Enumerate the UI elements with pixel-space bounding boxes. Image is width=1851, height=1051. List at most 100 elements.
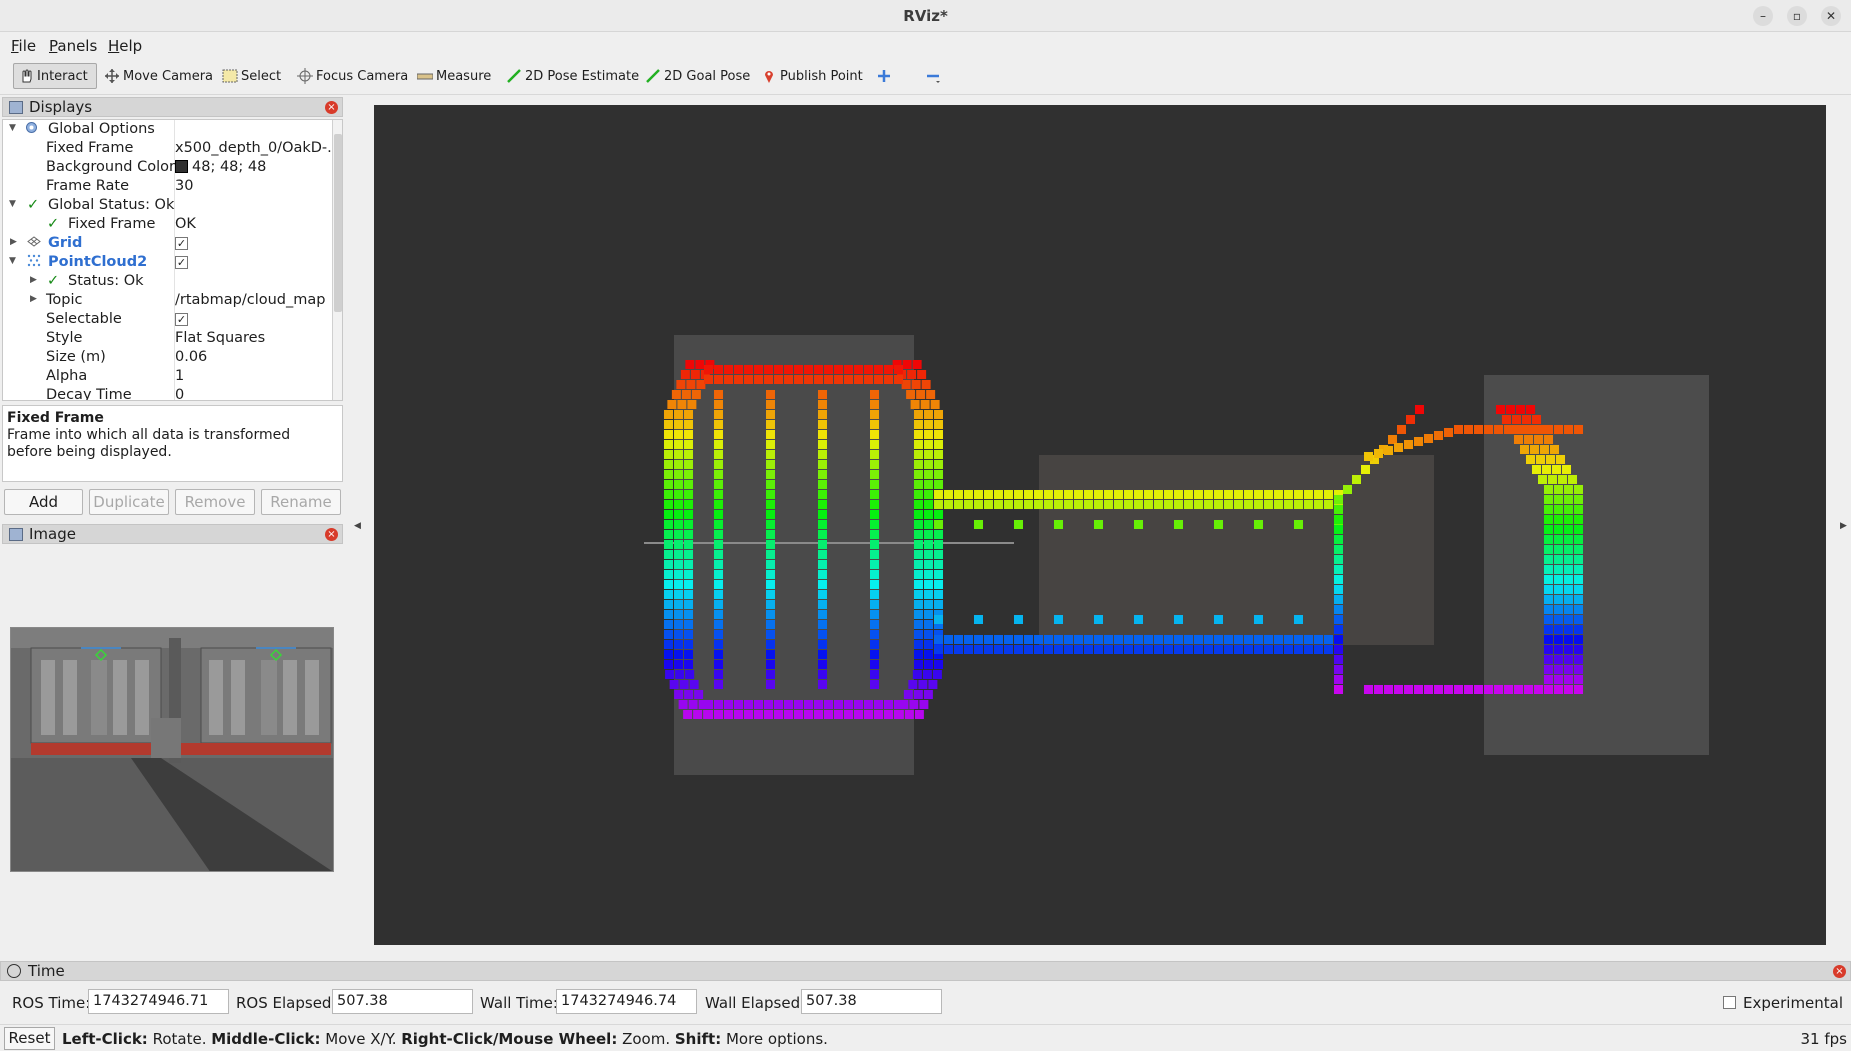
chevron-down-icon[interactable]: ▼ bbox=[9, 199, 16, 209]
cloud-point bbox=[714, 550, 723, 559]
menu-panels[interactable]: Panels bbox=[49, 37, 97, 55]
maximize-icon[interactable]: ▫ bbox=[1787, 6, 1807, 26]
tree-row-global-status[interactable]: ▼ ✓ Global Status: Ok bbox=[3, 196, 328, 215]
tree-row-size[interactable]: Size (m) 0.06 bbox=[3, 348, 328, 367]
add-tool-button[interactable] bbox=[872, 63, 899, 89]
cloud-point bbox=[1554, 565, 1563, 574]
cloud-point bbox=[1154, 635, 1163, 644]
remove-button[interactable]: Remove bbox=[175, 489, 255, 515]
goal-pose-button[interactable]: 2D Goal Pose bbox=[641, 63, 754, 89]
cloud-point bbox=[1144, 500, 1153, 509]
color-swatch bbox=[175, 160, 188, 173]
chevron-right-icon[interactable]: ▶ bbox=[30, 275, 37, 285]
close-icon[interactable]: × bbox=[325, 101, 338, 114]
cloud-point bbox=[714, 420, 723, 429]
ros-elapsed-field[interactable]: 507.38 bbox=[332, 989, 473, 1014]
ros-time-field[interactable]: 1743274946.71 bbox=[88, 989, 229, 1014]
selectable-checkbox[interactable]: ✓ bbox=[175, 313, 188, 326]
tree-row-status-fixed-frame[interactable]: ✓ Fixed Frame OK bbox=[3, 215, 328, 234]
cloud-point bbox=[914, 490, 923, 499]
cloud-point bbox=[818, 500, 827, 509]
select-button[interactable]: Select bbox=[218, 63, 285, 89]
tree-row-style[interactable]: Style Flat Squares bbox=[3, 329, 328, 348]
cloud-point bbox=[934, 600, 943, 609]
tree-row-alpha[interactable]: Alpha 1 bbox=[3, 367, 328, 386]
grid-enabled-checkbox[interactable]: ✓ bbox=[175, 237, 188, 250]
tree-row-background-color[interactable]: Background Color 48; 48; 48 bbox=[3, 158, 328, 177]
cloud-point bbox=[684, 610, 693, 619]
property-description: Fixed Frame Frame into which all data is… bbox=[2, 405, 343, 482]
add-button[interactable]: Add bbox=[4, 489, 83, 515]
close-icon[interactable]: × bbox=[1833, 965, 1846, 978]
collapse-left-icon[interactable]: ◀ bbox=[354, 521, 361, 531]
cloud-point bbox=[1004, 500, 1013, 509]
image-icon bbox=[9, 527, 23, 541]
tree-row-selectable[interactable]: Selectable ✓ bbox=[3, 310, 328, 329]
cloud-point bbox=[918, 680, 928, 689]
minimize-icon[interactable]: – bbox=[1753, 6, 1773, 26]
chevron-down-icon[interactable]: ▼ bbox=[9, 123, 16, 133]
menu-file[interactable]: File bbox=[11, 37, 36, 55]
cloud-point bbox=[684, 470, 693, 479]
interact-button[interactable]: Interact bbox=[13, 63, 97, 89]
scrollbar-thumb[interactable] bbox=[334, 134, 342, 312]
cloud-point bbox=[664, 440, 673, 449]
cloud-point bbox=[854, 365, 863, 374]
publish-point-button[interactable]: Publish Point bbox=[757, 63, 867, 89]
tree-row-decay-time[interactable]: Decay Time 0 bbox=[3, 386, 328, 400]
chevron-right-icon[interactable]: ▶ bbox=[30, 294, 37, 304]
rename-button[interactable]: Rename bbox=[261, 489, 341, 515]
cloud-point bbox=[870, 670, 879, 679]
remove-tool-button[interactable] bbox=[921, 63, 948, 89]
close-icon[interactable]: × bbox=[325, 528, 338, 541]
tree-row-fixed-frame[interactable]: Fixed Frame x500_depth_0/OakD-... bbox=[3, 139, 341, 158]
cloud-point bbox=[1564, 635, 1573, 644]
cloud-point bbox=[1254, 520, 1263, 529]
cloud-point bbox=[914, 550, 923, 559]
cloud-point bbox=[664, 580, 673, 589]
pointcloud-enabled-checkbox[interactable]: ✓ bbox=[175, 256, 188, 269]
duplicate-button[interactable]: Duplicate bbox=[89, 489, 169, 515]
cloud-point bbox=[766, 580, 775, 589]
wall-time-field[interactable]: 1743274946.74 bbox=[556, 989, 697, 1014]
move-camera-button[interactable]: Move Camera bbox=[100, 63, 217, 89]
cloud-point bbox=[1414, 437, 1423, 446]
displays-title: Displays bbox=[29, 98, 93, 116]
render-view-3d[interactable] bbox=[374, 105, 1826, 945]
tree-row-grid[interactable]: ▶ Grid ✓ bbox=[3, 234, 328, 253]
chevron-down-icon[interactable]: ▼ bbox=[9, 256, 16, 266]
cloud-point bbox=[818, 460, 827, 469]
cloud-point bbox=[1014, 615, 1023, 624]
cloud-point bbox=[944, 635, 953, 644]
close-icon[interactable]: ✕ bbox=[1821, 6, 1841, 26]
tree-row-topic[interactable]: ▶ Topic /rtabmap/cloud_map bbox=[3, 291, 328, 310]
chevron-right-icon[interactable]: ▶ bbox=[10, 237, 17, 247]
cloud-point bbox=[689, 680, 699, 689]
cloud-point bbox=[1334, 495, 1343, 504]
tree-row-global-options[interactable]: ▼ Global Options bbox=[3, 120, 328, 139]
cloud-point bbox=[914, 450, 923, 459]
focus-camera-button[interactable]: Focus Camera bbox=[293, 63, 412, 89]
menu-help[interactable]: Help bbox=[108, 37, 142, 55]
cloud-point bbox=[1534, 425, 1543, 434]
tree-row-pointcloud2[interactable]: ▼ PointCloud2 ✓ bbox=[3, 253, 328, 272]
tree-row-frame-rate[interactable]: Frame Rate 30 bbox=[3, 177, 328, 196]
cloud-point bbox=[671, 390, 681, 399]
cloud-point bbox=[1564, 665, 1573, 674]
cloud-point bbox=[934, 635, 943, 644]
cloud-point bbox=[1134, 615, 1143, 624]
cloud-point bbox=[984, 645, 993, 654]
cloud-point bbox=[1014, 500, 1023, 509]
cloud-point bbox=[894, 710, 903, 719]
reset-button[interactable]: Reset bbox=[4, 1027, 55, 1050]
measure-button[interactable]: Measure bbox=[413, 63, 495, 89]
cloud-point bbox=[818, 490, 827, 499]
experimental-checkbox[interactable] bbox=[1723, 996, 1736, 1009]
pose-estimate-button[interactable]: 2D Pose Estimate bbox=[502, 63, 643, 89]
fixed-frame-value[interactable]: x500_depth_0/OakD-... bbox=[175, 140, 341, 156]
cloud-point bbox=[1534, 435, 1543, 444]
tree-row-pc-status[interactable]: ▶ ✓ Status: Ok bbox=[3, 272, 328, 291]
wall-elapsed-field[interactable]: 507.38 bbox=[801, 989, 942, 1014]
displays-scrollbar[interactable] bbox=[332, 120, 342, 400]
collapse-right-icon[interactable]: ▶ bbox=[1840, 521, 1847, 531]
